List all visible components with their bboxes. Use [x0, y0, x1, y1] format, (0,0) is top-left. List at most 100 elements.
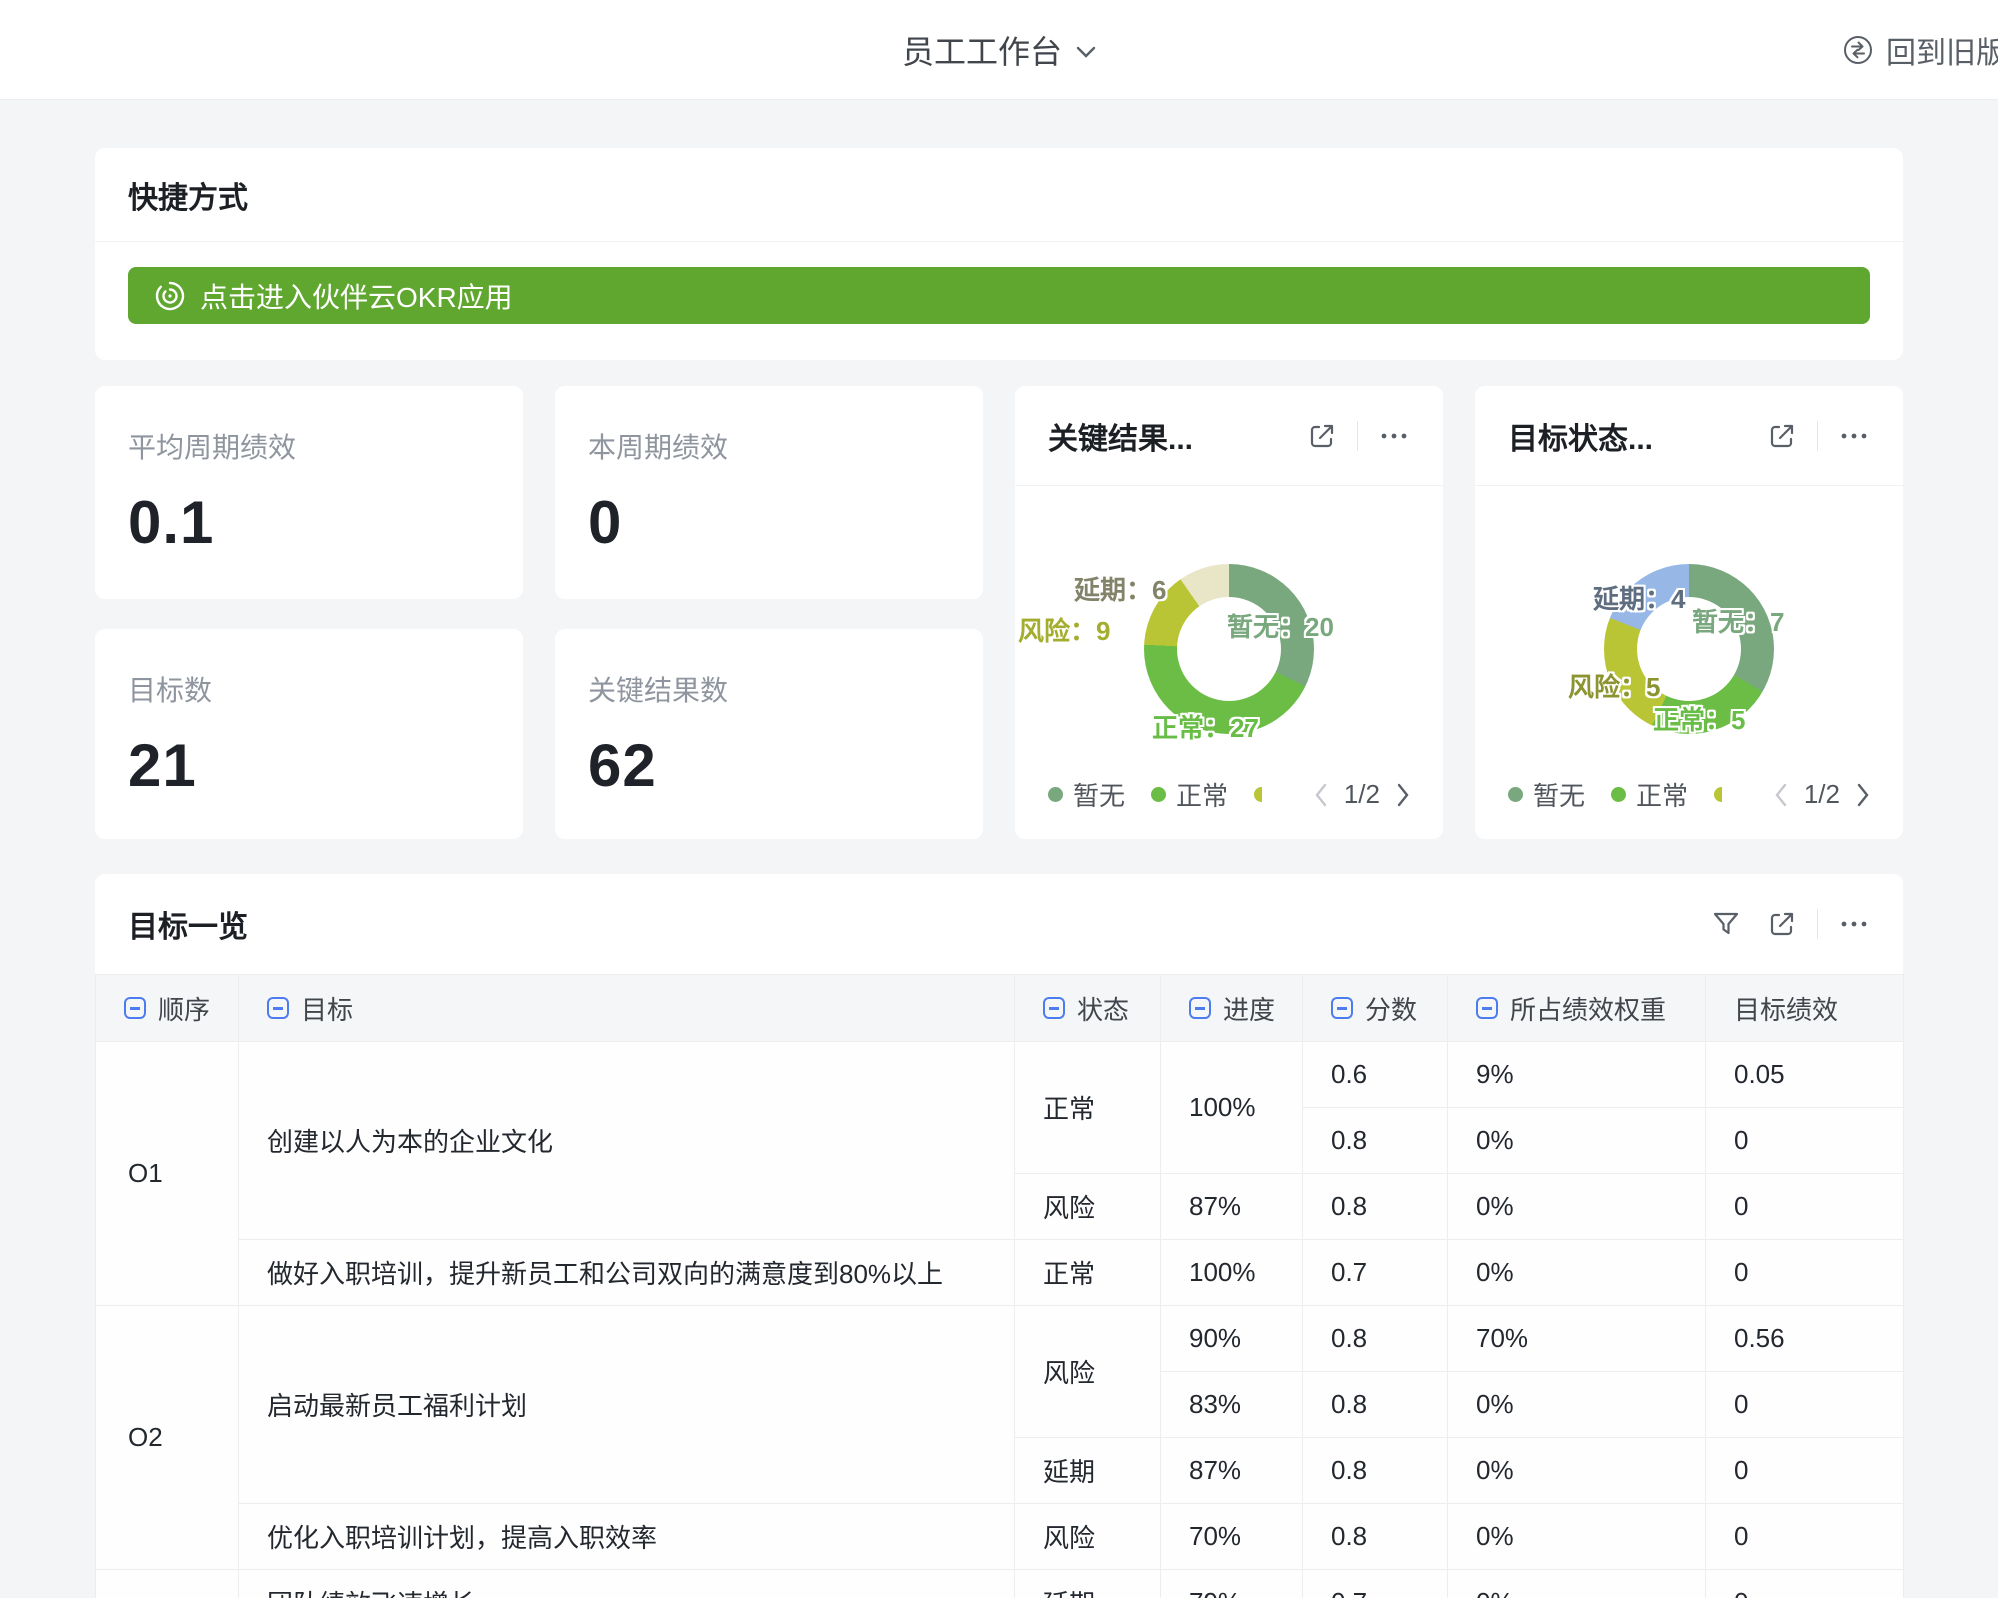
pager-next-icon[interactable] — [1396, 783, 1410, 807]
ellipsis-icon — [1838, 421, 1870, 451]
legend-label: 正常 — [1636, 776, 1688, 813]
cell-weight: 0% — [1448, 1570, 1706, 1598]
stat-value: 0.1 — [128, 488, 490, 557]
objectives-table: 顺序 目标 状态 进度 分数 所占绩效权重 目标绩效 O1 创建以人为本的企业文… — [95, 974, 1904, 1598]
more-menu-button[interactable] — [1838, 909, 1870, 939]
cell-progress: 79% — [1161, 1570, 1303, 1598]
chart-card-header: 目标状态... — [1475, 386, 1903, 486]
ellipsis-icon — [1378, 421, 1410, 451]
cell-weight: 9% — [1448, 1042, 1706, 1108]
workspace-switcher[interactable]: 员工工作台 — [902, 27, 1096, 73]
open-external-button[interactable] — [1307, 421, 1337, 451]
external-link-icon — [1767, 909, 1797, 939]
cell-weight: 0% — [1448, 1438, 1706, 1504]
back-to-old-version-button[interactable]: 回到旧版 — [1842, 28, 1998, 72]
cell-weight: 0% — [1448, 1504, 1706, 1570]
collapse-icon[interactable] — [1476, 997, 1498, 1019]
cell-score: 0.8 — [1303, 1438, 1448, 1504]
collapse-icon[interactable] — [1189, 997, 1211, 1019]
objective-status-chart-card: 目标状态... — [1475, 386, 1903, 839]
collapse-icon[interactable] — [1043, 997, 1065, 1019]
cell-status: 延期 — [1015, 1438, 1161, 1504]
chart-callout-none: 暂无：20 — [1227, 607, 1334, 644]
collapse-icon[interactable] — [1331, 997, 1353, 1019]
cell-score: 0.8 — [1303, 1306, 1448, 1372]
open-external-button[interactable] — [1767, 421, 1797, 451]
cell-progress: 70% — [1161, 1504, 1303, 1570]
chart-callout-delayed: 延期：4 — [1593, 579, 1685, 616]
column-header-weight: 所占绩效权重 — [1448, 975, 1706, 1042]
chart-callout-normal: 正常：5 — [1653, 700, 1745, 737]
column-header-status: 状态 — [1015, 975, 1161, 1042]
table-row: O2 启动最新员工福利计划 风险 90% 0.8 70% 0.56 — [96, 1306, 1904, 1372]
pager-prev-icon[interactable] — [1314, 783, 1328, 807]
cell-score: 0.8 — [1303, 1174, 1448, 1240]
cell-status: 延期 — [1015, 1570, 1161, 1598]
cell-status: 正常 — [1015, 1042, 1161, 1174]
page: 员工工作台 回到旧版 快捷方式 — [0, 0, 1998, 1598]
legend-dot — [1611, 787, 1626, 802]
legend-label: 暂无 — [1073, 776, 1125, 813]
cell-performance: 0 — [1706, 1438, 1904, 1504]
legend-dot — [1151, 787, 1166, 802]
stats-grid: 平均周期绩效 0.1 本周期绩效 0 关键结果... — [95, 386, 1903, 839]
table-card-actions — [1711, 909, 1870, 939]
column-header-progress: 进度 — [1161, 975, 1303, 1042]
stat-card-objective-count: 目标数 21 — [95, 629, 523, 839]
main-content: 快捷方式 点击进入伙伴云OKR应用 平均周期绩效 0.1 — [0, 100, 1998, 1598]
pager-page-indicator: 1/2 — [1804, 779, 1840, 810]
legend-item-normal[interactable]: 正常 — [1611, 776, 1688, 813]
legend-item-none[interactable]: 暂无 — [1508, 776, 1585, 813]
cell-objective: 创建以人为本的企业文化 — [239, 1042, 1015, 1240]
cell-performance: 0.56 — [1706, 1306, 1904, 1372]
table-card-title: 目标一览 — [128, 902, 248, 946]
chart-card-actions — [1307, 421, 1410, 451]
pager-page-indicator: 1/2 — [1344, 779, 1380, 810]
chevron-down-icon[interactable] — [1076, 46, 1096, 58]
legend-dot — [1508, 787, 1523, 802]
cell-performance: 0 — [1706, 1240, 1904, 1306]
donut-chart-area: 延期：6 风险：9 暂无：20 正常：27 暂无 正常 — [1015, 486, 1443, 839]
filter-button[interactable] — [1711, 909, 1741, 939]
cell-weight: 0% — [1448, 1240, 1706, 1306]
chart-card-title: 目标状态... — [1508, 414, 1653, 458]
chart-card-header: 关键结果... — [1015, 386, 1443, 486]
enter-okr-app-button[interactable]: 点击进入伙伴云OKR应用 — [128, 267, 1870, 324]
more-menu-button[interactable] — [1838, 421, 1870, 451]
chart-callout-delayed: 延期：6 — [1074, 570, 1166, 607]
cell-seq: O2 — [96, 1306, 239, 1570]
stat-value: 0 — [588, 488, 950, 557]
shortcut-card-header: 快捷方式 — [95, 148, 1903, 242]
column-header-objective-performance: 目标绩效 — [1706, 975, 1904, 1042]
external-link-icon — [1307, 421, 1337, 451]
cell-performance: 0 — [1706, 1108, 1904, 1174]
cell-weight: 0% — [1448, 1372, 1706, 1438]
legend-item-none[interactable]: 暂无 — [1048, 776, 1125, 813]
stat-card-current-cycle-performance: 本周期绩效 0 — [555, 386, 983, 599]
cell-weight: 70% — [1448, 1306, 1706, 1372]
pager-next-icon[interactable] — [1856, 783, 1870, 807]
table-row: O1 创建以人为本的企业文化 正常 100% 0.6 9% 0.05 — [96, 1042, 1904, 1108]
switch-version-icon — [1842, 34, 1874, 66]
open-external-button[interactable] — [1767, 909, 1797, 939]
cell-progress: 100% — [1161, 1240, 1303, 1306]
page-title: 员工工作台 — [902, 27, 1062, 73]
collapse-icon[interactable] — [124, 997, 146, 1019]
stat-label: 关键结果数 — [588, 669, 950, 709]
cell-performance: 0.05 — [1706, 1042, 1904, 1108]
chart-callout-risk: 风险：5 — [1568, 667, 1660, 704]
legend-label: 正常 — [1176, 776, 1228, 813]
cell-objective: 做好入职培训，提升新员工和公司双向的满意度到80%以上 — [239, 1240, 1015, 1306]
collapse-icon[interactable] — [267, 997, 289, 1019]
divider — [1817, 909, 1818, 939]
shortcut-card-title: 快捷方式 — [128, 173, 248, 217]
more-menu-button[interactable] — [1378, 421, 1410, 451]
cell-performance: 0 — [1706, 1504, 1904, 1570]
cell-status: 风险 — [1015, 1306, 1161, 1438]
stat-card-key-result-count: 关键结果数 62 — [555, 629, 983, 839]
pager-prev-icon[interactable] — [1774, 783, 1788, 807]
legend-item-normal[interactable]: 正常 — [1151, 776, 1228, 813]
topbar: 员工工作台 回到旧版 — [0, 0, 1998, 100]
cell-seq — [96, 1570, 239, 1598]
chart-card-actions — [1767, 421, 1870, 451]
